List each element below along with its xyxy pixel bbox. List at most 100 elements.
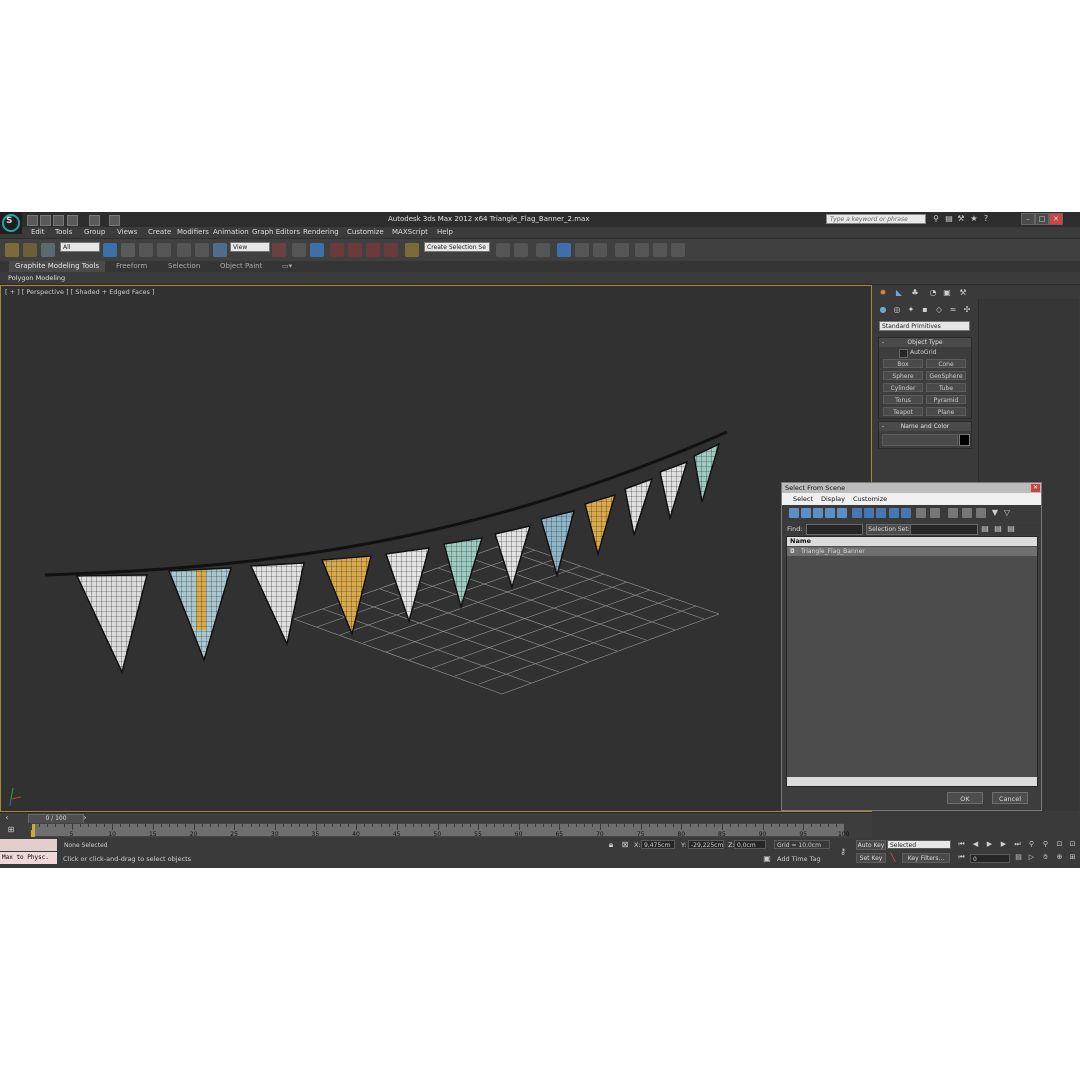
goto-end-icon[interactable]: ⏭ — [1013, 840, 1022, 849]
systems-icon[interactable]: ✣ — [962, 305, 972, 315]
object-color-swatch[interactable] — [959, 434, 970, 446]
display-spacewarps-icon[interactable] — [852, 508, 862, 518]
align-icon[interactable] — [514, 243, 528, 257]
key-mode-icon[interactable]: ⏮ — [957, 853, 966, 862]
display-containers-icon[interactable] — [901, 508, 911, 518]
favorites-star-icon[interactable]: ★ — [969, 214, 979, 224]
zoom-extents-icon[interactable]: ⊡ — [1055, 840, 1064, 849]
cancel-button[interactable]: Cancel — [992, 792, 1028, 804]
ribbon-options-icon[interactable]: ▭▾ — [276, 261, 298, 272]
pyramid-button[interactable]: Pyramid — [926, 395, 966, 404]
selection-set-edit-icon[interactable]: ▤ — [980, 524, 990, 534]
graphite-toggle-icon[interactable] — [557, 243, 571, 257]
geometry-icon[interactable]: ● — [878, 305, 888, 315]
named-selection-dropdown[interactable]: Create Selection Se — [424, 242, 490, 252]
minimize-button[interactable]: – — [1021, 213, 1035, 225]
auto-key-button[interactable]: Auto Key — [856, 840, 886, 850]
current-frame-field[interactable]: 0 — [970, 854, 1010, 863]
pivot-center-icon[interactable] — [272, 243, 286, 257]
zoom-all-icon[interactable]: ⚲ — [1041, 840, 1050, 849]
select-manipulate-icon[interactable] — [292, 243, 306, 257]
display-groups-icon[interactable] — [864, 508, 874, 518]
binoculars-icon[interactable]: ⚲ — [931, 214, 941, 224]
window-crossing-icon[interactable] — [157, 243, 171, 257]
curve-editor-toggle-icon[interactable]: ⊞ — [6, 825, 16, 835]
menu-tools[interactable]: Tools — [55, 228, 72, 236]
ok-button[interactable]: OK — [947, 792, 983, 804]
maxscript-mini-listener[interactable]: Max to Physc. — [0, 852, 57, 864]
hierarchy-tab-icon[interactable]: ♣ — [910, 288, 920, 298]
select-none-icon[interactable] — [962, 508, 972, 518]
layer-manager-icon[interactable] — [536, 243, 550, 257]
menu-help[interactable]: Help — [437, 228, 453, 236]
zoom-icon[interactable]: ⚲ — [1027, 840, 1036, 849]
scale-icon[interactable] — [213, 243, 227, 257]
object-name-field[interactable] — [882, 434, 958, 446]
key-filter-icon[interactable]: ╲ — [888, 853, 898, 863]
schematic-view-icon[interactable] — [593, 243, 607, 257]
filter-icon[interactable]: ▼ — [990, 508, 1000, 518]
tab-object-paint[interactable]: Object Paint — [214, 261, 268, 272]
rotate-icon[interactable] — [195, 243, 209, 257]
redo-icon[interactable] — [89, 215, 100, 226]
display-tab-icon[interactable]: ▣ — [942, 288, 952, 298]
motion-tab-icon[interactable]: ◔ — [928, 288, 938, 298]
cone-button[interactable]: Cone — [926, 359, 966, 368]
slider-prev-icon[interactable]: ‹ — [2, 813, 12, 823]
display-frozen-icon[interactable] — [916, 508, 926, 518]
key-filters-button[interactable]: Key Filters... — [902, 853, 950, 863]
selection-set-delete-icon[interactable]: ▤ — [1006, 524, 1016, 534]
angle-snap-icon[interactable] — [348, 243, 362, 257]
track-bar[interactable]: ⊞ 5 10 15 20 25 30 35 40 45 50 55 60 65 70 75 80 85 90 95 1… — [0, 823, 872, 838]
perspective-viewport[interactable]: [ + ] [ Perspective ] [ Shaded + Edged F… — [0, 285, 872, 812]
select-link-icon[interactable] — [5, 243, 19, 257]
selection-set-dropdown[interactable] — [910, 524, 978, 535]
list-item[interactable]: ◘ Triangle_Flag_Banner — [787, 547, 1037, 556]
time-config-icon[interactable]: ▤ — [1014, 853, 1023, 862]
dialog-menu-display[interactable]: Display — [821, 495, 845, 503]
edit-named-sets-icon[interactable] — [405, 243, 419, 257]
autogrid-checkbox[interactable] — [899, 349, 908, 358]
column-header-name[interactable]: Name — [787, 537, 1037, 546]
snaps-toggle-icon[interactable] — [330, 243, 344, 257]
next-frame-icon[interactable]: ▶ — [999, 840, 1008, 849]
keyboard-shortcut-icon[interactable] — [310, 243, 324, 257]
menu-modifiers[interactable]: Modifiers — [177, 228, 209, 236]
find-input[interactable] — [806, 524, 863, 535]
selection-filter-dropdown[interactable]: All — [60, 242, 100, 252]
lights-icon[interactable]: ✦ — [906, 305, 916, 315]
render-setup-icon[interactable] — [635, 243, 649, 257]
add-time-tag[interactable]: Add Time Tag — [777, 855, 821, 863]
dialog-close-button[interactable]: ✕ — [1031, 484, 1040, 492]
close-button[interactable]: ✕ — [1049, 213, 1063, 225]
slider-next-icon[interactable]: › — [80, 813, 90, 823]
key-selection-dropdown[interactable]: Selected — [887, 840, 951, 849]
y-coordinate-field[interactable]: -29,225cm — [688, 840, 724, 849]
prev-frame-icon[interactable]: ◀ — [971, 840, 980, 849]
absolute-mode-icon[interactable]: ⊠ — [620, 840, 630, 850]
filter-options-icon[interactable]: ▽ — [1002, 508, 1012, 518]
menu-graph-editors[interactable]: Graph Editors — [252, 228, 300, 236]
help-icon[interactable]: ? — [981, 214, 991, 224]
horizontal-scrollbar[interactable] — [787, 777, 1037, 786]
tab-selection[interactable]: Selection — [162, 261, 206, 272]
object-type-header[interactable]: - Object Type — [879, 338, 971, 347]
cylinder-button[interactable]: Cylinder — [883, 383, 923, 392]
tab-freeform[interactable]: Freeform — [110, 261, 153, 272]
sphere-button[interactable]: Sphere — [883, 371, 923, 380]
selection-set-save-icon[interactable]: ▤ — [993, 524, 1003, 534]
pan-view-icon[interactable]: ✋︎ — [1041, 853, 1050, 862]
new-file-icon[interactable] — [27, 215, 38, 226]
fov-icon[interactable]: ▷ — [1027, 853, 1036, 862]
percent-snap-icon[interactable] — [366, 243, 380, 257]
display-xrefs-icon[interactable] — [876, 508, 886, 518]
dialog-menu-select[interactable]: Select — [793, 495, 813, 503]
subtab-polygon-modeling[interactable]: Polygon Modeling — [8, 274, 65, 282]
orbit-icon[interactable]: ⊕ — [1055, 853, 1064, 862]
display-lights-icon[interactable] — [813, 508, 823, 518]
dialog-menu-customize[interactable]: Customize — [853, 495, 887, 503]
open-file-icon[interactable] — [40, 215, 51, 226]
display-geometry-icon[interactable] — [789, 508, 799, 518]
bind-space-warp-icon[interactable] — [41, 243, 55, 257]
menu-views[interactable]: Views — [117, 228, 137, 236]
